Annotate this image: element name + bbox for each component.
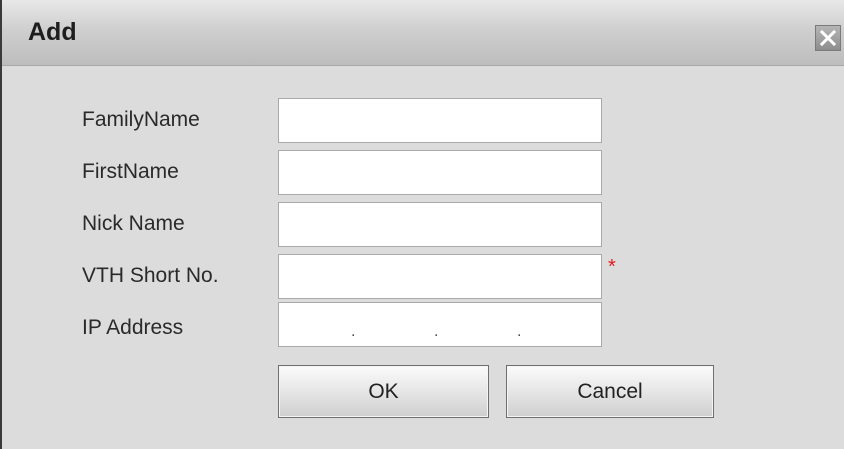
family-name-label: FamilyName: [82, 108, 200, 131]
family-name-input[interactable]: [278, 98, 602, 143]
add-dialog: Add FamilyName FirstName Nick Name VTH S…: [0, 0, 844, 449]
nick-name-label: Nick Name: [82, 212, 185, 235]
close-icon: [819, 29, 837, 47]
ip-address-input[interactable]: . . .: [278, 302, 602, 347]
close-button[interactable]: [815, 25, 841, 51]
required-marker: *: [608, 256, 616, 278]
vth-short-no-input[interactable]: [278, 254, 602, 299]
ok-button[interactable]: OK: [278, 365, 489, 418]
ip-separator: .: [351, 323, 356, 340]
ip-separator: .: [434, 323, 439, 340]
nick-name-input[interactable]: [278, 202, 602, 247]
dialog-title: Add: [28, 18, 77, 46]
first-name-label: FirstName: [82, 160, 179, 183]
cancel-button[interactable]: Cancel: [506, 365, 714, 418]
ip-separator: .: [517, 323, 522, 340]
first-name-input[interactable]: [278, 150, 602, 195]
vth-short-no-label: VTH Short No.: [82, 264, 219, 287]
ip-address-label: IP Address: [82, 316, 184, 339]
title-bar[interactable]: Add: [2, 0, 844, 66]
